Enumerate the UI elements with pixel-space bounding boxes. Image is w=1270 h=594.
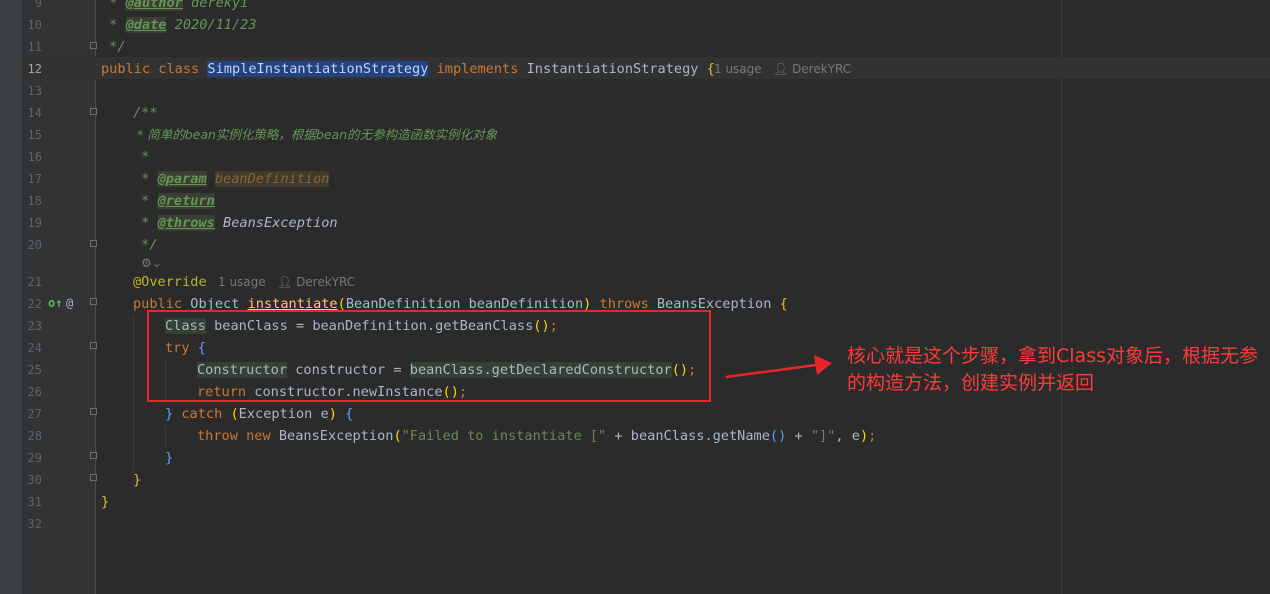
line-number[interactable]: 26 — [22, 381, 42, 403]
fold-marker[interactable] — [90, 298, 97, 305]
line-number[interactable]: 25 — [22, 359, 42, 381]
indent-guide — [133, 316, 134, 470]
annotation-note: 核心就是这个步骤，拿到Class对象后，根据无参的构造方法，创建实例并返回 — [847, 345, 1258, 394]
code-line-16[interactable]: * — [133, 146, 149, 168]
code-line-19[interactable]: * @throws BeansException — [133, 212, 338, 234]
line-number[interactable]: 15 — [22, 124, 42, 146]
line-number[interactable]: 28 — [22, 425, 42, 447]
user-icon: 👤︎ — [773, 62, 789, 76]
fold-marker[interactable] — [90, 240, 97, 247]
code-line-29[interactable]: } — [165, 447, 173, 469]
annotation-icon[interactable]: @ — [66, 292, 73, 314]
line-number[interactable]: 11 — [22, 36, 42, 58]
code-line-21[interactable]: @Override — [133, 271, 207, 293]
fold-marker[interactable] — [90, 474, 97, 481]
class-author-hint[interactable]: 👤︎ DerekYRC — [773, 58, 851, 80]
code-line-27[interactable]: } catch (Exception e) { — [165, 403, 353, 425]
method-author-hint[interactable]: 👤︎ DerekYRC — [277, 271, 355, 293]
line-number[interactable]: 14 — [22, 102, 42, 124]
class-usage-hint[interactable]: 1 usage — [714, 58, 762, 80]
fold-marker[interactable] — [90, 342, 97, 349]
line-number[interactable]: 16 — [22, 146, 42, 168]
indent-guide — [165, 426, 166, 448]
line-number[interactable]: 22 — [22, 293, 42, 315]
line-number[interactable]: 23 — [22, 315, 42, 337]
gutter-divider — [95, 0, 96, 594]
line-number[interactable]: 17 — [22, 168, 42, 190]
code-line-12[interactable]: public class SimpleInstantiationStrategy… — [101, 58, 715, 80]
code-line-18[interactable]: * @return — [133, 190, 215, 212]
method-usage-hint[interactable]: 1 usage — [218, 271, 266, 293]
annotation-arrow — [725, 355, 832, 379]
line-number[interactable]: 13 — [22, 80, 42, 102]
line-number[interactable]: 27 — [22, 403, 42, 425]
fold-marker[interactable] — [90, 42, 97, 49]
line-number[interactable]: 29 — [22, 447, 42, 469]
line-number[interactable]: 21 — [22, 271, 42, 293]
fold-marker[interactable] — [90, 408, 97, 415]
user-icon: 👤︎ — [277, 275, 293, 289]
line-number[interactable]: 30 — [22, 469, 42, 491]
line-number[interactable]: 12 — [22, 58, 42, 80]
code-line-15[interactable]: * 简单的bean实例化策略，根据bean的无参构造函数实例化对象 — [133, 124, 497, 146]
code-line-30[interactable]: } — [133, 469, 141, 491]
line-number[interactable]: 19 — [22, 212, 42, 234]
line-number[interactable]: 9 — [22, 0, 42, 14]
line-number[interactable]: 10 — [22, 14, 42, 36]
line-number[interactable]: 24 — [22, 337, 42, 359]
code-line-17[interactable]: * @param beanDefinition — [133, 168, 330, 190]
code-line-14[interactable]: /** — [133, 102, 158, 124]
line-number[interactable]: 32 — [22, 513, 42, 535]
implements-method-icon[interactable]: o↑ — [48, 292, 62, 314]
code-line-10[interactable]: * @date 2020/11/23 — [101, 14, 257, 36]
class-name: SimpleInstantiationStrategy — [207, 61, 429, 77]
line-number[interactable]: 31 — [22, 491, 42, 513]
highlight-box — [147, 310, 711, 402]
fold-marker[interactable] — [90, 108, 97, 115]
code-line-11[interactable]: */ — [101, 36, 125, 58]
line-number[interactable]: 18 — [22, 190, 42, 212]
code-line-28[interactable]: throw new BeansException("Failed to inst… — [197, 425, 876, 447]
line-number[interactable]: 20 — [22, 234, 42, 256]
tool-window-strip — [0, 0, 22, 594]
code-line-31[interactable]: } — [101, 491, 109, 513]
code-line-9[interactable]: * @author derekyi — [101, 0, 248, 14]
right-margin-guide — [1061, 0, 1062, 594]
fold-marker[interactable] — [90, 452, 97, 459]
